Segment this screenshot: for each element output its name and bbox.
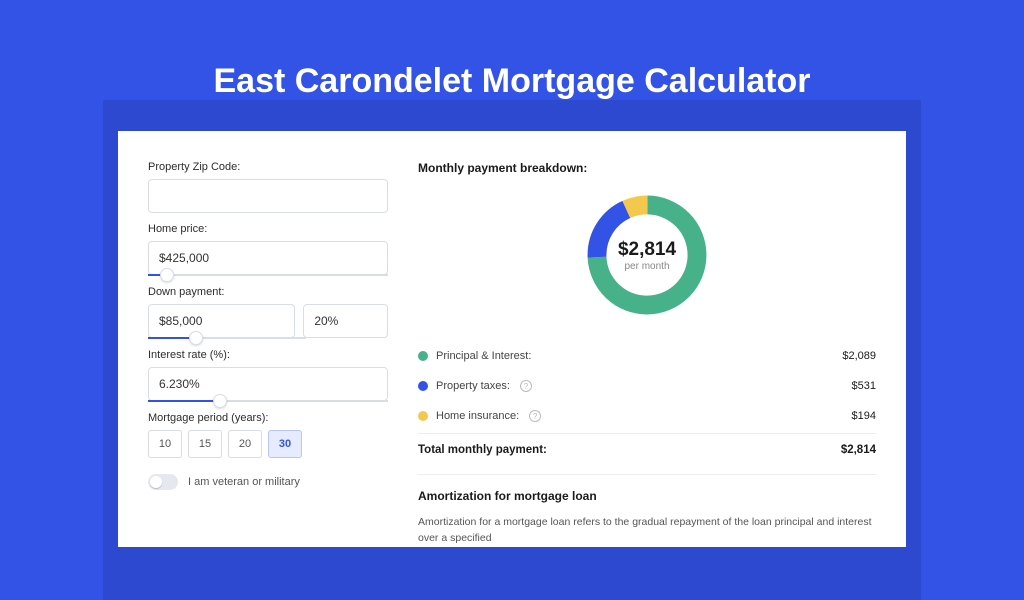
interest-rate-slider[interactable]: [148, 400, 388, 402]
home-price-slider[interactable]: [148, 274, 388, 276]
legend-label-principal: Principal & Interest:: [436, 350, 531, 362]
donut-chart: $2,814 per month: [581, 189, 713, 321]
breakdown-column: Monthly payment breakdown: $2,814 per mo…: [418, 161, 876, 547]
dot-icon: [418, 381, 428, 391]
zip-input[interactable]: [148, 179, 388, 213]
interest-rate-input[interactable]: [148, 367, 388, 401]
veteran-toggle[interactable]: [148, 474, 178, 490]
veteran-row: I am veteran or military: [148, 474, 388, 490]
home-price-label: Home price:: [148, 223, 388, 235]
down-payment-label: Down payment:: [148, 286, 388, 298]
veteran-label: I am veteran or military: [188, 476, 300, 488]
veteran-toggle-knob: [150, 476, 162, 488]
dot-icon: [418, 411, 428, 421]
total-value: $2,814: [841, 444, 876, 456]
home-price-group: Home price:: [148, 223, 388, 276]
period-btn-15[interactable]: 15: [188, 430, 222, 458]
legend-row-taxes: Property taxes: ? $531: [418, 371, 876, 401]
down-payment-slider-thumb[interactable]: [189, 331, 203, 345]
inputs-column: Property Zip Code: Home price: Down paym…: [148, 161, 388, 547]
down-payment-slider[interactable]: [148, 337, 306, 339]
legend-value-insurance: $194: [852, 410, 876, 422]
legend-row-insurance: Home insurance: ? $194: [418, 401, 876, 431]
home-price-input[interactable]: [148, 241, 388, 275]
period-buttons: 10 15 20 30: [148, 430, 388, 458]
period-btn-20[interactable]: 20: [228, 430, 262, 458]
dot-icon: [418, 351, 428, 361]
donut-center: $2,814 per month: [581, 189, 713, 321]
zip-label: Property Zip Code:: [148, 161, 388, 173]
down-payment-input[interactable]: [148, 304, 295, 338]
period-btn-30[interactable]: 30: [268, 430, 302, 458]
donut-amount: $2,814: [618, 239, 676, 261]
period-btn-10[interactable]: 10: [148, 430, 182, 458]
calculator-card: Property Zip Code: Home price: Down paym…: [118, 131, 906, 547]
interest-rate-slider-thumb[interactable]: [213, 394, 227, 408]
period-group: Mortgage period (years): 10 15 20 30: [148, 412, 388, 458]
legend-label-insurance: Home insurance:: [436, 410, 519, 422]
info-icon[interactable]: ?: [529, 410, 541, 422]
legend-label-taxes: Property taxes:: [436, 380, 510, 392]
down-payment-group: Down payment:: [148, 286, 388, 339]
amortization-body: Amortization for a mortgage loan refers …: [418, 515, 876, 547]
period-label: Mortgage period (years):: [148, 412, 388, 424]
amortization-section: Amortization for mortgage loan Amortizat…: [418, 474, 876, 547]
amortization-title: Amortization for mortgage loan: [418, 489, 876, 503]
legend-value-taxes: $531: [852, 380, 876, 392]
legend-row-principal: Principal & Interest: $2,089: [418, 341, 876, 371]
breakdown-title: Monthly payment breakdown:: [418, 161, 876, 175]
zip-field-group: Property Zip Code:: [148, 161, 388, 213]
interest-rate-group: Interest rate (%):: [148, 349, 388, 402]
legend-value-principal: $2,089: [842, 350, 876, 362]
info-icon[interactable]: ?: [520, 380, 532, 392]
total-label: Total monthly payment:: [418, 444, 547, 456]
donut-sub: per month: [624, 261, 669, 272]
down-payment-pct-input[interactable]: [303, 304, 388, 338]
donut-wrap: $2,814 per month: [418, 189, 876, 321]
total-row: Total monthly payment: $2,814: [418, 433, 876, 466]
home-price-slider-thumb[interactable]: [160, 268, 174, 282]
interest-rate-label: Interest rate (%):: [148, 349, 388, 361]
